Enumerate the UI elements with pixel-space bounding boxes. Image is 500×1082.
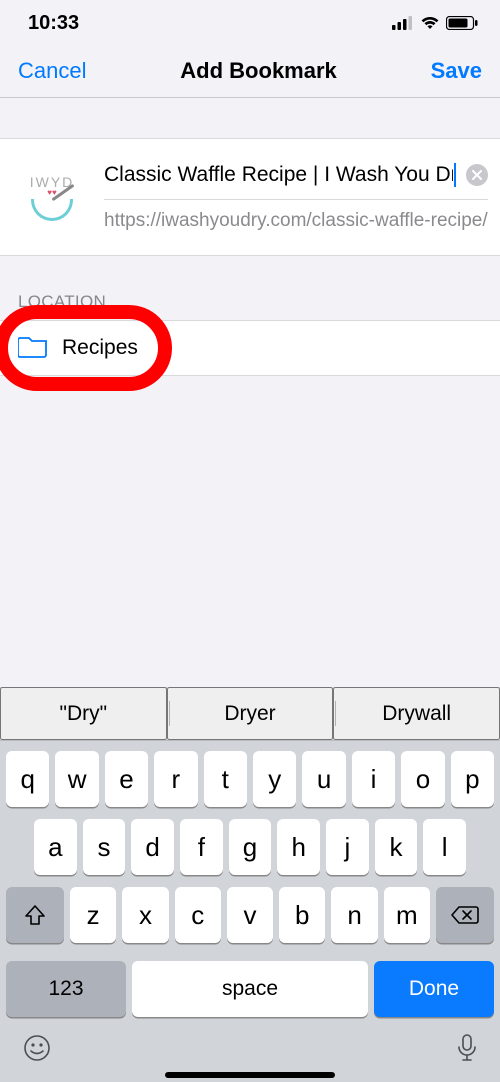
mic-icon[interactable] [456, 1033, 478, 1068]
key-y[interactable]: y [253, 751, 296, 807]
key-c[interactable]: c [175, 887, 221, 943]
key-a[interactable]: a [34, 819, 77, 875]
key-delete[interactable] [436, 887, 494, 943]
key-w[interactable]: w [55, 751, 98, 807]
key-r[interactable]: r [154, 751, 197, 807]
key-done[interactable]: Done [374, 961, 494, 1017]
folder-icon [18, 334, 48, 363]
suggestion-2[interactable]: Dryer [167, 687, 334, 740]
nav-title: Add Bookmark [180, 58, 336, 84]
key-h[interactable]: h [277, 819, 320, 875]
location-folder-name: Recipes [62, 336, 138, 360]
key-o[interactable]: o [401, 751, 444, 807]
home-indicator[interactable] [165, 1072, 335, 1078]
key-m[interactable]: m [384, 887, 430, 943]
key-shift[interactable] [6, 887, 64, 943]
key-v[interactable]: v [227, 887, 273, 943]
keyboard: "Dry" Dryer Drywall qwertyuiop asdfghjkl… [0, 687, 500, 1082]
suggestion-3[interactable]: Drywall [333, 687, 500, 740]
emoji-icon[interactable] [22, 1033, 52, 1068]
key-n[interactable]: n [331, 887, 377, 943]
battery-icon [446, 16, 478, 30]
wifi-icon [420, 16, 440, 30]
key-q[interactable]: q [6, 751, 49, 807]
key-i[interactable]: i [352, 751, 395, 807]
cancel-button[interactable]: Cancel [18, 58, 86, 84]
bookmark-card: IWYD ♥♥ https://iwashyoudry.com/classic-… [0, 138, 500, 256]
suggestion-1[interactable]: "Dry" [0, 687, 167, 740]
save-button[interactable]: Save [431, 58, 482, 84]
key-g[interactable]: g [229, 819, 272, 875]
location-folder-button[interactable]: Recipes [0, 320, 500, 376]
key-l[interactable]: l [423, 819, 466, 875]
signal-icon [392, 16, 414, 30]
bookmark-url: https://iwashyoudry.com/classic-waffle-r… [104, 210, 488, 232]
key-x[interactable]: x [122, 887, 168, 943]
shift-icon [24, 904, 46, 926]
site-favicon: IWYD ♥♥ [16, 159, 88, 235]
status-indicators [392, 16, 478, 30]
key-s[interactable]: s [83, 819, 126, 875]
key-t[interactable]: t [204, 751, 247, 807]
key-k[interactable]: k [375, 819, 418, 875]
close-icon [472, 170, 482, 180]
key-u[interactable]: u [302, 751, 345, 807]
key-f[interactable]: f [180, 819, 223, 875]
key-d[interactable]: d [131, 819, 174, 875]
clear-title-button[interactable] [466, 164, 488, 186]
backspace-icon [451, 905, 479, 925]
key-z[interactable]: z [70, 887, 116, 943]
bookmark-title-input[interactable] [104, 163, 456, 187]
key-j[interactable]: j [326, 819, 369, 875]
location-section-label: LOCATION [0, 256, 500, 320]
key-space[interactable]: space [132, 961, 368, 1017]
key-p[interactable]: p [451, 751, 494, 807]
key-numbers[interactable]: 123 [6, 961, 126, 1017]
suggestion-bar: "Dry" Dryer Drywall [0, 687, 500, 741]
key-b[interactable]: b [279, 887, 325, 943]
key-e[interactable]: e [105, 751, 148, 807]
status-time: 10:33 [28, 12, 79, 35]
